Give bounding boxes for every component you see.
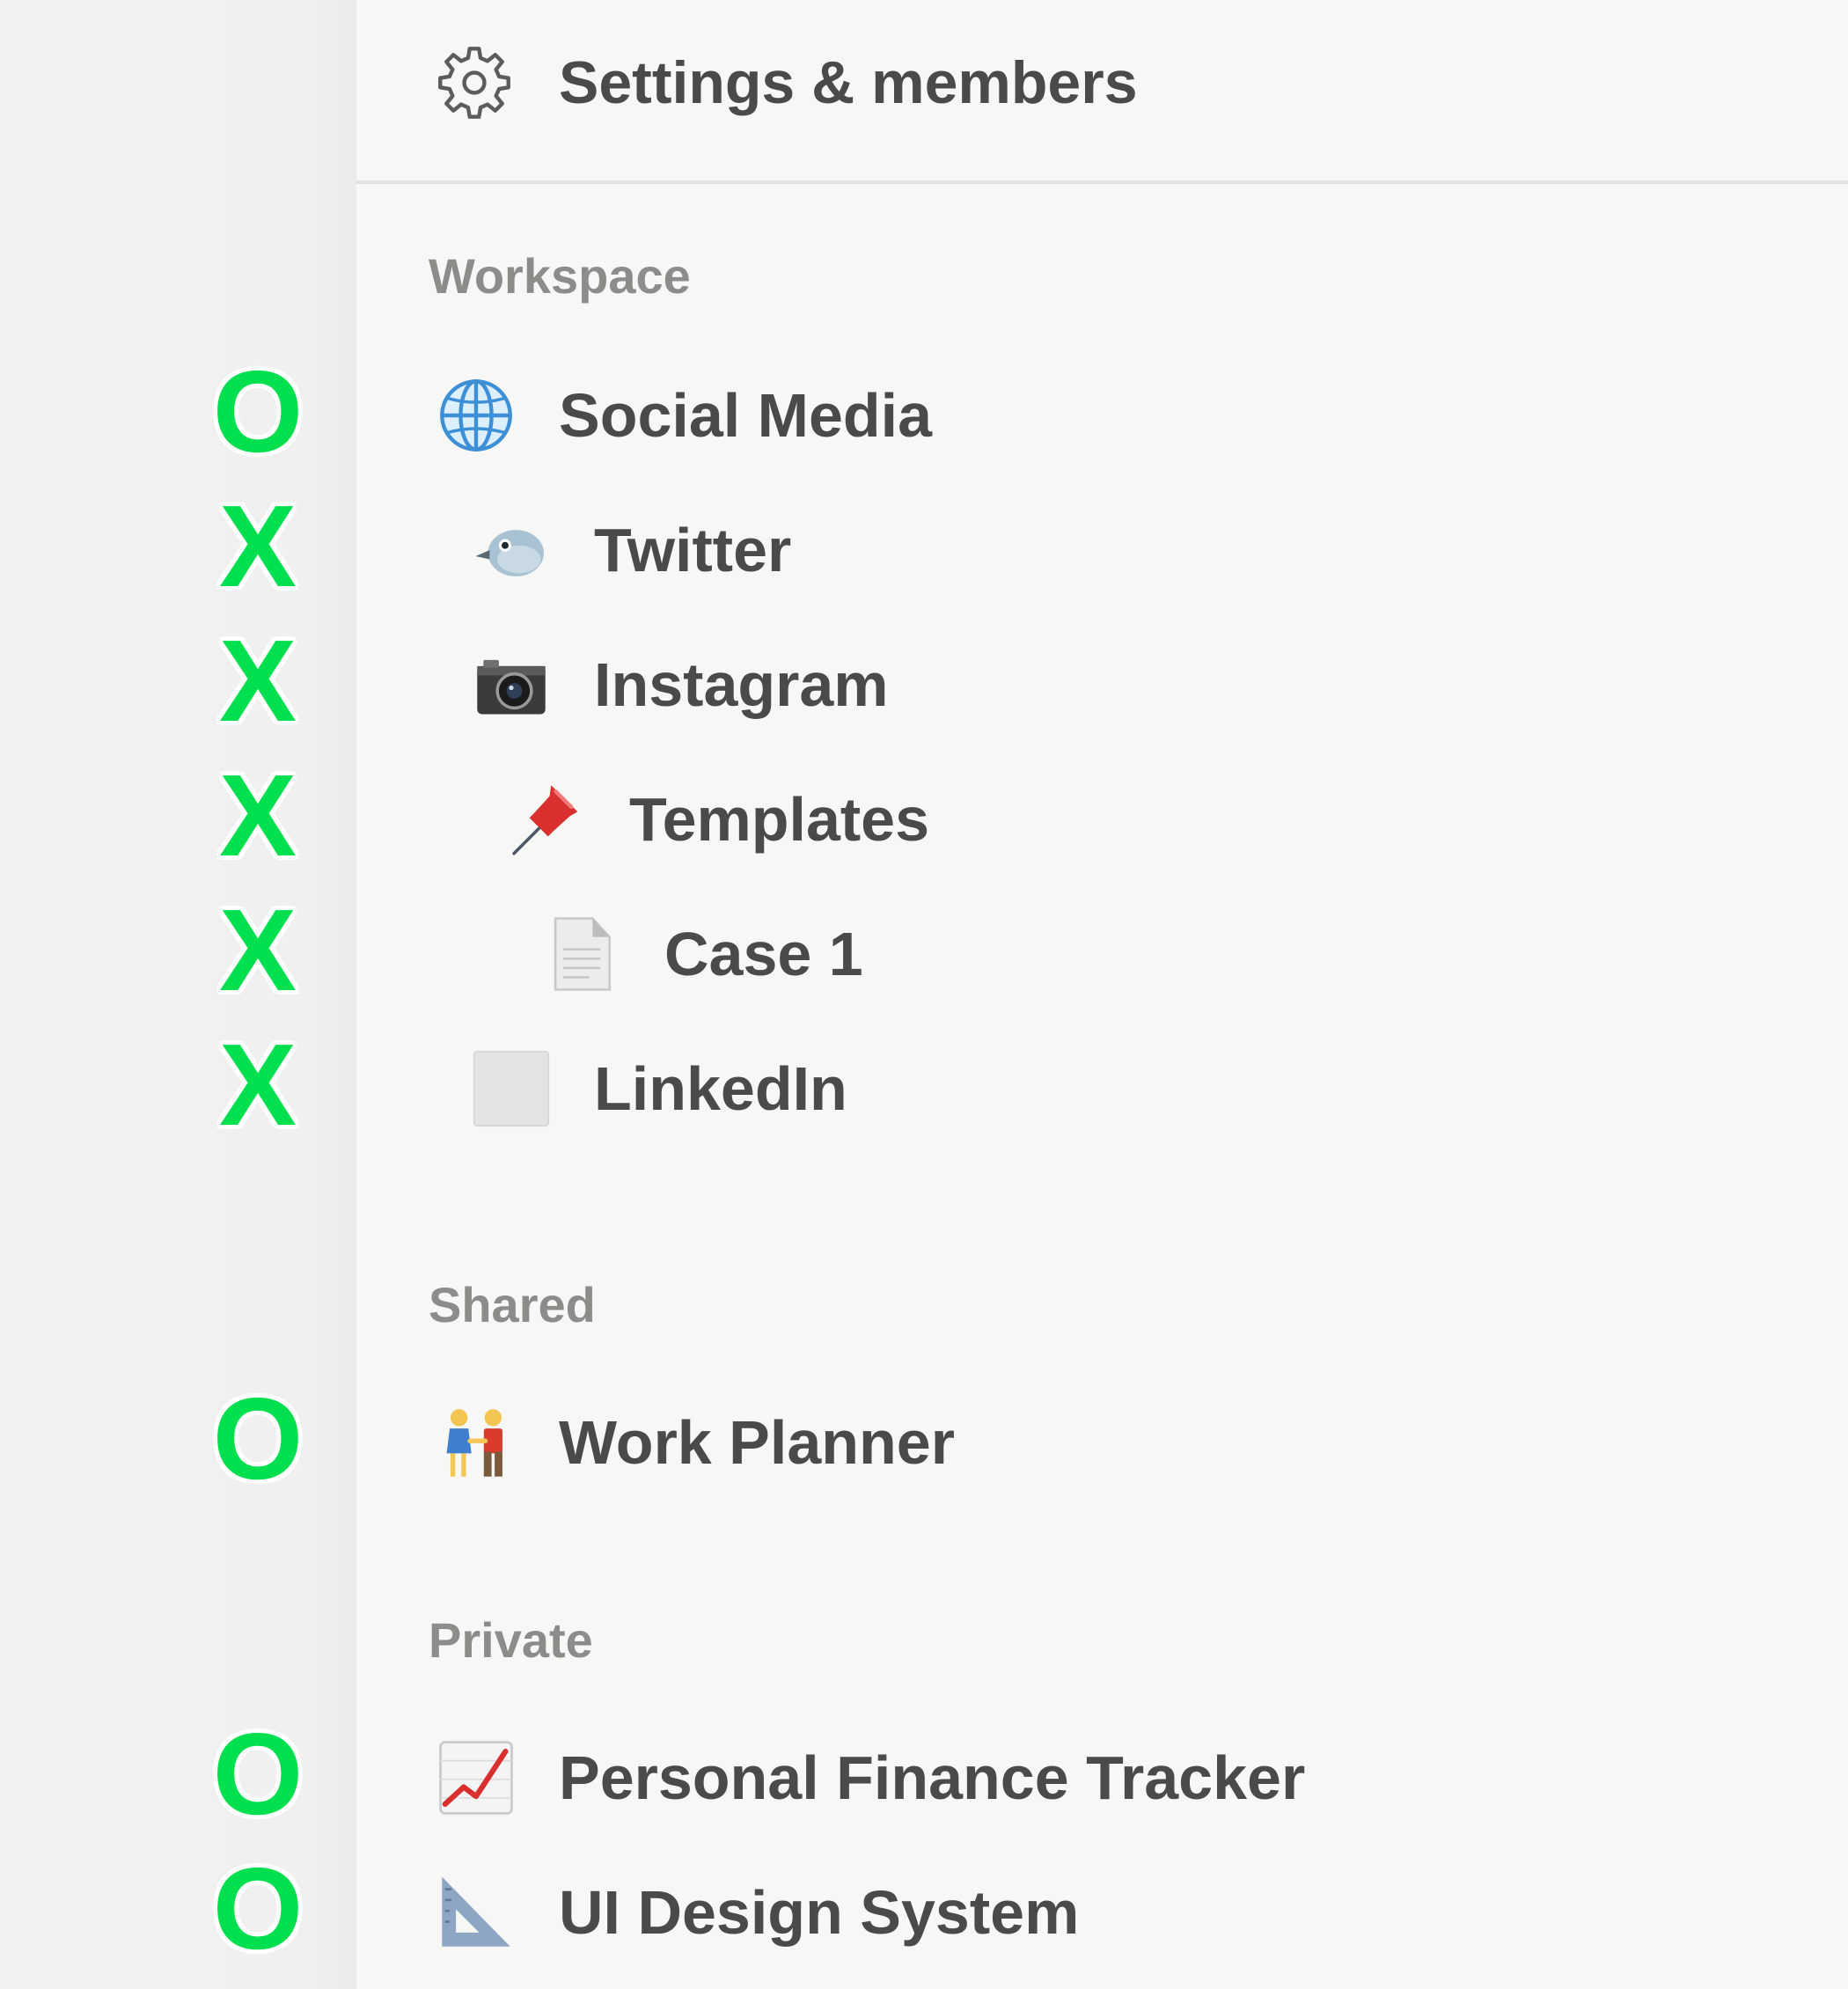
section-label-shared[interactable]: Shared: [429, 1276, 596, 1334]
marker-twitter: X: [218, 481, 297, 611]
chart-increasing-icon: [436, 1737, 517, 1818]
sidebar-item-ui-design-system[interactable]: UI Design System: [436, 1856, 1773, 1962]
marker-templates: X: [218, 751, 297, 880]
sidebar-item-instagram[interactable]: Instagram: [471, 628, 1773, 734]
marker-work-planner: O: [212, 1374, 304, 1503]
sidebar-item-work-planner[interactable]: Work Planner: [436, 1386, 1773, 1492]
sidebar-item-label: Twitter: [594, 516, 792, 584]
section-label-workspace[interactable]: Workspace: [429, 247, 691, 305]
couple-icon: [436, 1402, 517, 1483]
sidebar-item-label: LinkedIn: [594, 1054, 847, 1123]
sidebar-item-label: Instagram: [594, 650, 889, 719]
marker-linkedin: X: [218, 1020, 297, 1149]
sidebar-item-twitter[interactable]: Twitter: [471, 494, 1773, 599]
sidebar-item-personal-finance-tracker[interactable]: Personal Finance Tracker: [436, 1721, 1773, 1827]
marker-instagram: X: [218, 616, 297, 745]
sidebar-item-label: Social Media: [559, 381, 933, 450]
bird-icon: [471, 510, 552, 591]
app-window: Settings & members Workspace Social Medi…: [0, 0, 1848, 1989]
globe-icon: [436, 375, 517, 456]
divider: [356, 180, 1848, 184]
marker-personal-finance-tracker: O: [212, 1709, 304, 1839]
triangular-ruler-icon: [436, 1872, 517, 1953]
marker-case-1: X: [218, 885, 297, 1015]
sidebar-item-label: Work Planner: [559, 1408, 955, 1477]
sidebar-item-linkedin[interactable]: LinkedIn: [471, 1032, 1773, 1138]
sidebar-item-label: Personal Finance Tracker: [559, 1743, 1306, 1812]
sidebar-item-templates[interactable]: Templates: [506, 763, 1773, 869]
marker-ui-design-system: O: [212, 1844, 304, 1973]
page-icon: [541, 914, 622, 994]
sidebar-item-label: Templates: [629, 785, 930, 854]
pushpin-icon: [506, 779, 587, 860]
settings-members-label: Settings & members: [559, 49, 1138, 116]
sidebar-item-social-media[interactable]: Social Media: [436, 359, 1773, 465]
gear-icon[interactable]: [436, 44, 513, 121]
sidebar-item-label: Case 1: [664, 920, 863, 988]
marker-social-media: O: [212, 347, 304, 476]
section-label-private[interactable]: Private: [429, 1611, 593, 1670]
sidebar-item-label: UI Design System: [559, 1878, 1080, 1947]
sidebar-item-case-1[interactable]: Case 1: [541, 898, 1773, 1003]
camera-icon: [471, 644, 552, 725]
blank-page-icon: [471, 1048, 552, 1129]
